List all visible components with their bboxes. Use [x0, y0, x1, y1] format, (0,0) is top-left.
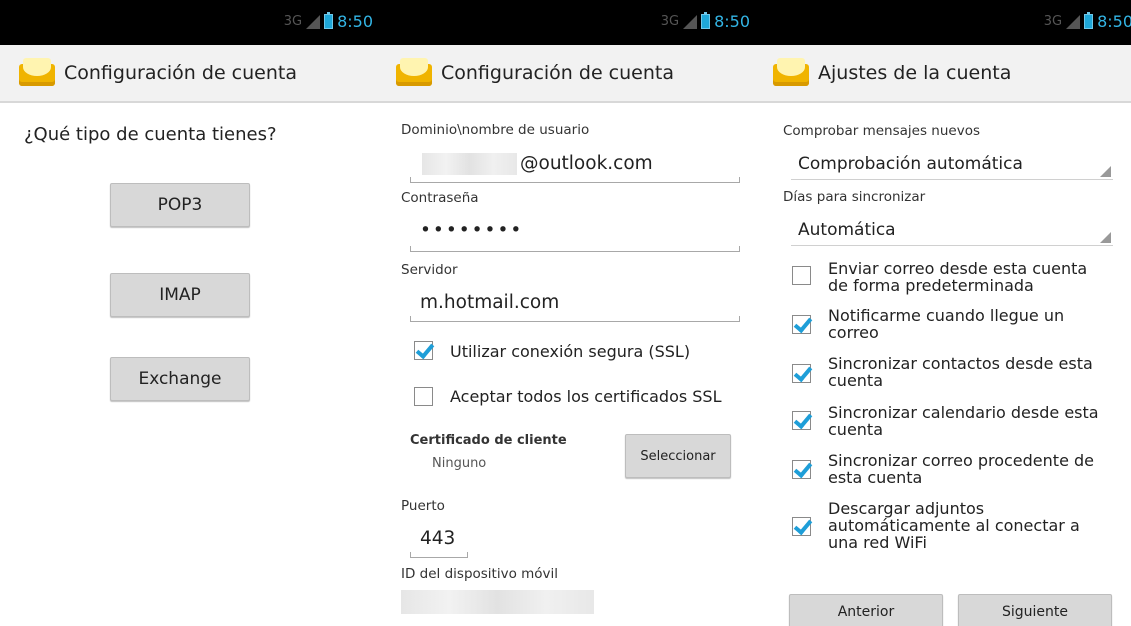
accept-certs-label: Aceptar todos los certificados SSL: [450, 387, 722, 406]
action-bar: Configuración de cuenta: [0, 45, 377, 103]
dropdown-arrow-icon: [1100, 232, 1111, 243]
sync-mail-checkbox[interactable]: [792, 460, 811, 479]
redacted-username: [422, 153, 517, 175]
network-type: 3G: [660, 14, 680, 29]
ssl-checkbox[interactable]: [414, 341, 433, 360]
sync-days-value: Automática: [798, 220, 896, 240]
check-frequency-value: Comprobación automática: [798, 154, 1023, 174]
email-app-icon: [396, 56, 432, 90]
email-app-icon: [773, 56, 809, 90]
battery-icon: [701, 12, 711, 29]
domain-username-label: Dominio\nombre de usuario: [401, 122, 590, 138]
sync-contacts-label: Sincronizar contactos desde esta cuenta: [828, 354, 1093, 390]
password-value: ••••••••: [420, 220, 524, 241]
email-app-icon: [19, 56, 55, 90]
action-bar: Configuración de cuenta: [377, 45, 754, 103]
port-field[interactable]: 443: [410, 526, 468, 558]
dropdown-arrow-icon: [1100, 166, 1111, 177]
client-cert-value: Ninguno: [432, 456, 487, 471]
action-bar: Ajustes de la cuenta: [754, 45, 1131, 103]
signal-icon: [1066, 14, 1081, 29]
download-attachments-checkbox[interactable]: [792, 517, 811, 536]
status-bar: 3G 8:50: [754, 0, 1131, 45]
server-value: m.hotmail.com: [420, 292, 560, 313]
send-default-label: Enviar correo desde esta cuenta de forma …: [828, 259, 1088, 295]
screen-title: Configuración de cuenta: [64, 62, 297, 84]
clock: 8:50: [1097, 12, 1131, 31]
server-label: Servidor: [401, 262, 458, 278]
account-type-question: ¿Qué tipo de cuenta tienes?: [24, 124, 277, 145]
sync-days-label: Días para sincronizar: [783, 189, 926, 205]
port-label: Puerto: [401, 498, 445, 514]
check-frequency-spinner[interactable]: Comprobación automática: [783, 150, 1113, 180]
password-field[interactable]: ••••••••: [410, 220, 740, 252]
download-attachments-label: Descargar adjuntos automáticamente al con…: [828, 499, 1080, 552]
device-id-label: ID del dispositivo móvil: [401, 566, 559, 582]
screen-title: Configuración de cuenta: [441, 62, 674, 84]
send-default-checkbox[interactable]: [792, 266, 811, 285]
battery-icon: [324, 12, 334, 29]
sync-days-spinner[interactable]: Automática: [783, 216, 1113, 246]
server-settings-screen: 3G 8:50 Configuración de cuenta Dominio\…: [377, 0, 754, 626]
next-button[interactable]: Siguiente: [958, 594, 1112, 626]
status-bar: 3G 8:50: [0, 0, 377, 45]
network-type: 3G: [1043, 14, 1063, 29]
select-cert-button[interactable]: Seleccionar: [625, 434, 731, 478]
signal-icon: [683, 14, 698, 29]
status-bar: 3G 8:50: [377, 0, 754, 45]
screen-title: Ajustes de la cuenta: [818, 62, 1012, 84]
exchange-button[interactable]: Exchange: [110, 357, 250, 401]
sync-mail-label: Sincronizar correo procedente de esta cue…: [828, 451, 1094, 487]
sync-contacts-checkbox[interactable]: [792, 364, 811, 383]
client-cert-label: Certificado de cliente: [410, 433, 567, 448]
ssl-label: Utilizar conexión segura (SSL): [450, 342, 691, 361]
clock: 8:50: [714, 12, 750, 31]
sync-calendar-label: Sincronizar calendario desde esta cuenta: [828, 403, 1099, 439]
signal-icon: [306, 14, 321, 29]
account-settings-screen: 3G 8:50 Ajustes de la cuenta Comprobar m…: [754, 0, 1131, 626]
account-type-screen: 3G 8:50 Configuración de cuenta ¿Qué tip…: [0, 0, 377, 626]
clock: 8:50: [337, 12, 373, 31]
back-button[interactable]: Anterior: [789, 594, 943, 626]
server-field[interactable]: m.hotmail.com: [410, 290, 740, 322]
port-value: 443: [420, 528, 456, 549]
notify-checkbox[interactable]: [792, 315, 811, 334]
notify-label: Notificarme cuando llegue un correo: [828, 306, 1065, 342]
password-label: Contraseña: [401, 190, 479, 206]
accept-certs-checkbox[interactable]: [414, 387, 433, 406]
username-value: @outlook.com: [520, 153, 653, 174]
pop3-button[interactable]: POP3: [110, 183, 250, 227]
check-frequency-label: Comprobar mensajes nuevos: [783, 123, 981, 139]
battery-icon: [1084, 12, 1094, 29]
imap-button[interactable]: IMAP: [110, 273, 250, 317]
network-type: 3G: [283, 14, 303, 29]
sync-calendar-checkbox[interactable]: [792, 411, 811, 430]
username-field[interactable]: @outlook.com: [410, 151, 740, 183]
redacted-device-id: [401, 590, 594, 614]
